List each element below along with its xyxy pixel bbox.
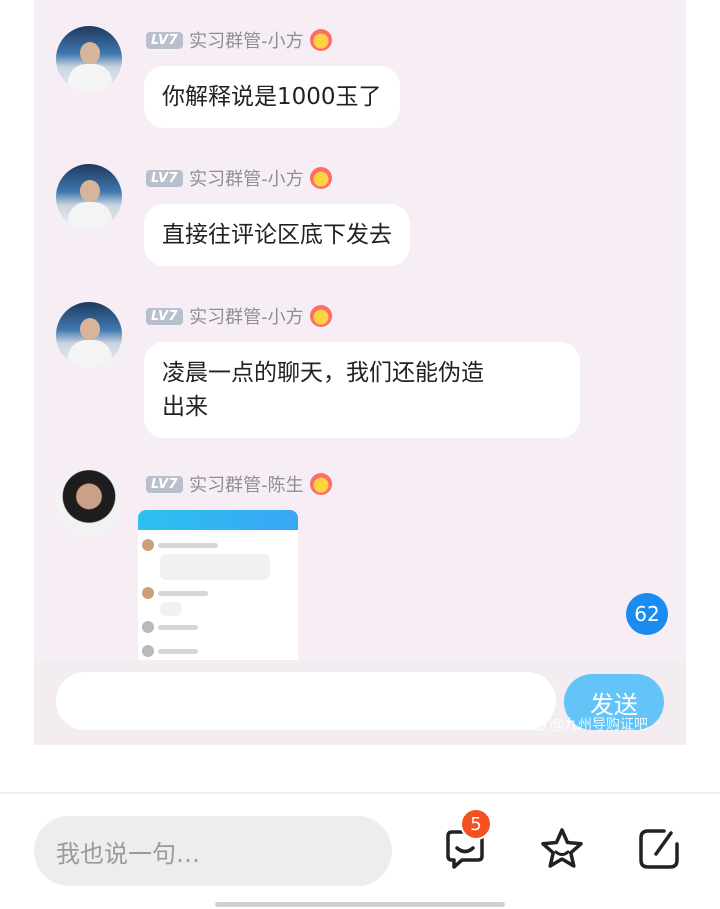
sender-meta: LV7 实习群管-小方 bbox=[146, 164, 332, 192]
message-line: 凌晨一点的聊天，我们还能伪造 bbox=[162, 360, 484, 386]
smiley-badge-icon bbox=[309, 305, 332, 327]
screenshot-header bbox=[138, 510, 298, 530]
comment-input[interactable]: 我也说一句… bbox=[34, 816, 392, 886]
comment-count-badge: 5 bbox=[460, 808, 492, 840]
avatar[interactable] bbox=[56, 26, 122, 92]
smiley-badge-icon bbox=[309, 167, 332, 189]
sender-name: 实习群管-小方 bbox=[189, 169, 304, 190]
avatar[interactable] bbox=[56, 302, 122, 368]
avatar[interactable] bbox=[56, 164, 122, 230]
bottom-bar: 我也说一句… 5 bbox=[0, 794, 720, 909]
smiley-badge-icon bbox=[309, 29, 332, 51]
share-button[interactable] bbox=[634, 824, 684, 874]
level-badge: LV7 bbox=[146, 307, 184, 325]
message-line: 出来 bbox=[162, 394, 208, 420]
home-indicator bbox=[215, 902, 505, 907]
smiley-badge-icon bbox=[309, 473, 332, 495]
watermark-text: @九州导购证吧 bbox=[550, 717, 648, 733]
unread-count-badge[interactable]: 62 bbox=[626, 593, 668, 635]
level-badge: LV7 bbox=[146, 31, 184, 49]
image-message[interactable] bbox=[138, 510, 298, 660]
avatar[interactable] bbox=[56, 470, 122, 536]
chat-panel: LV7 实习群管-小方 你解释说是1000玉了 LV7 实习群管-小方 直接往评… bbox=[34, 0, 686, 745]
sender-name: 实习群管-陈生 bbox=[189, 475, 304, 496]
level-badge: LV7 bbox=[146, 169, 184, 187]
level-badge: LV7 bbox=[146, 475, 184, 493]
sender-meta: LV7 实习群管-陈生 bbox=[146, 470, 332, 498]
sender-meta: LV7 实习群管-小方 bbox=[146, 26, 332, 54]
star-icon bbox=[541, 828, 583, 868]
share-icon bbox=[639, 829, 679, 869]
message-bubble[interactable]: 你解释说是1000玉了 bbox=[144, 66, 400, 128]
message-bubble[interactable]: 直接往评论区底下发去 bbox=[144, 204, 410, 266]
sender-name: 实习群管-小方 bbox=[189, 31, 304, 52]
watermark: @九州导购证吧 bbox=[532, 714, 648, 734]
sender-meta: LV7 实习群管-小方 bbox=[146, 302, 332, 330]
sender-name: 实习群管-小方 bbox=[189, 307, 304, 328]
watermark-icon bbox=[532, 717, 546, 731]
chat-input[interactable] bbox=[56, 672, 556, 730]
message-bubble[interactable]: 凌晨一点的聊天，我们还能伪造 出来 bbox=[144, 342, 580, 438]
favorite-button[interactable] bbox=[537, 824, 587, 874]
